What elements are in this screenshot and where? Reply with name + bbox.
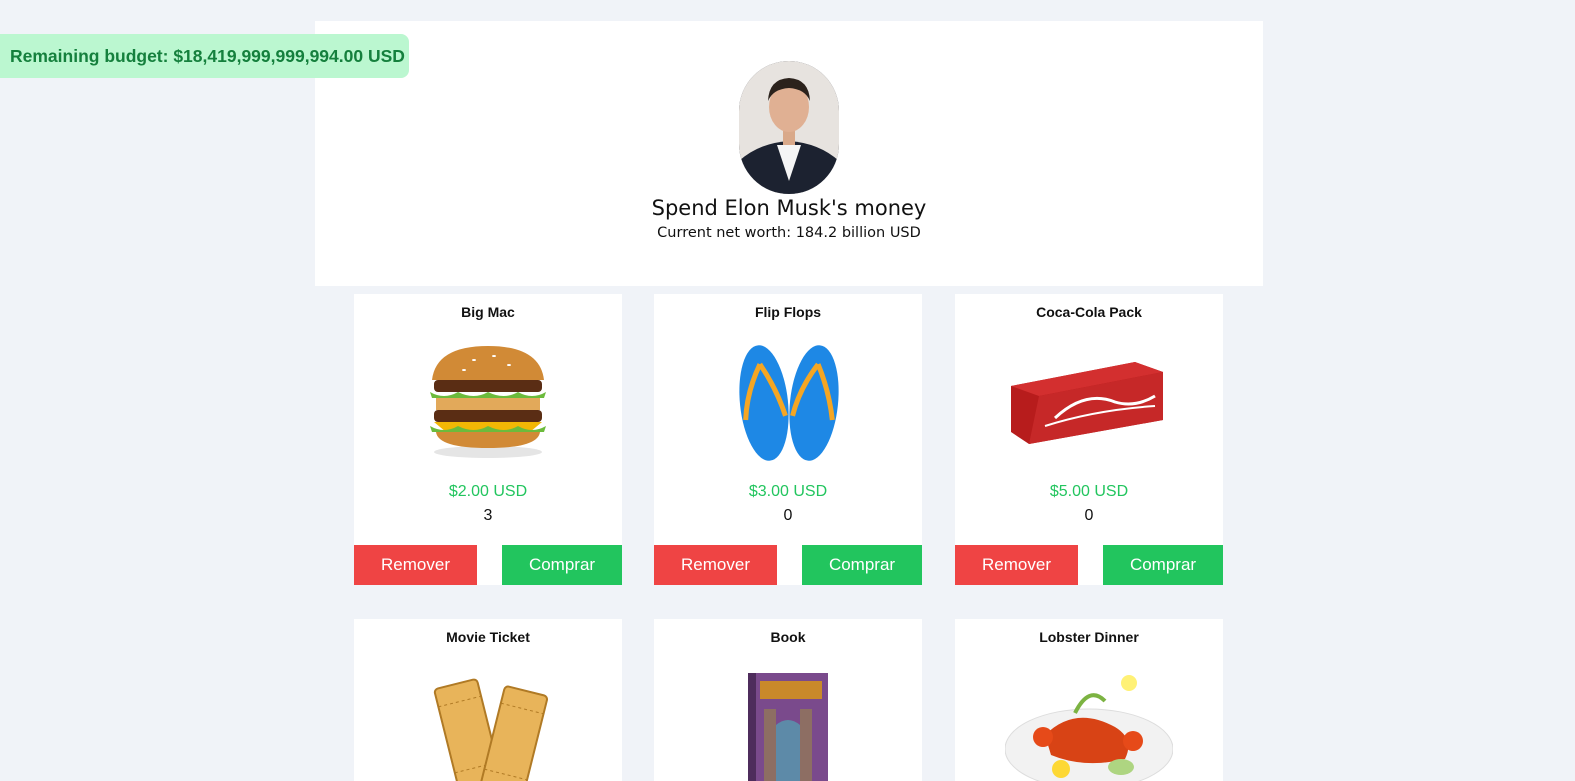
book-icon — [704, 665, 872, 781]
product-quantity: 0 — [783, 507, 793, 524]
remove-button[interactable]: Remover — [955, 545, 1078, 585]
burger-icon — [404, 340, 572, 466]
page-title: Spend Elon Musk's money — [651, 196, 927, 220]
profile-header: Spend Elon Musk's money Current net wort… — [315, 21, 1263, 286]
product-name: Lobster Dinner — [1039, 629, 1139, 645]
product-card-movie-ticket: Movie Ticket — [354, 619, 622, 781]
product-name: Book — [770, 629, 806, 645]
remove-button[interactable]: Remover — [354, 545, 477, 585]
product-card-book: Book — [654, 619, 922, 781]
product-quantity: 0 — [1084, 507, 1094, 524]
net-worth-text: Current net worth: 184.2 billion USD — [657, 225, 921, 241]
ticket-icon — [404, 665, 572, 781]
product-name: Coca-Cola Pack — [1036, 304, 1142, 320]
product-card-coca-cola-pack: Coca-Cola Pack $5.00 USD 0 Remover Compr… — [955, 294, 1223, 585]
remaining-budget-badge: Remaining budget: $18,419,999,999,994.00… — [0, 34, 409, 78]
buy-button[interactable]: Comprar — [802, 545, 922, 585]
buy-button[interactable]: Comprar — [502, 545, 622, 585]
avatar — [739, 61, 839, 194]
product-price: $2.00 USD — [448, 483, 528, 500]
product-card-flip-flops: Flip Flops $3.00 USD 0 Remover Comprar — [654, 294, 922, 585]
soda-pack-icon — [1005, 340, 1173, 466]
lobster-icon — [1005, 665, 1173, 781]
product-card-lobster-dinner: Lobster Dinner — [955, 619, 1223, 781]
product-card-big-mac: Big Mac $2.00 USD 3 Remover Comprar — [354, 294, 622, 585]
product-name: Flip Flops — [754, 304, 822, 320]
flip-flops-icon — [704, 340, 872, 466]
product-quantity: 3 — [483, 507, 493, 524]
product-price: $3.00 USD — [748, 483, 828, 500]
buy-button[interactable]: Comprar — [1103, 545, 1223, 585]
remove-button[interactable]: Remover — [654, 545, 777, 585]
product-name: Movie Ticket — [446, 629, 530, 645]
product-price: $5.00 USD — [1049, 483, 1129, 500]
product-name: Big Mac — [461, 304, 515, 320]
